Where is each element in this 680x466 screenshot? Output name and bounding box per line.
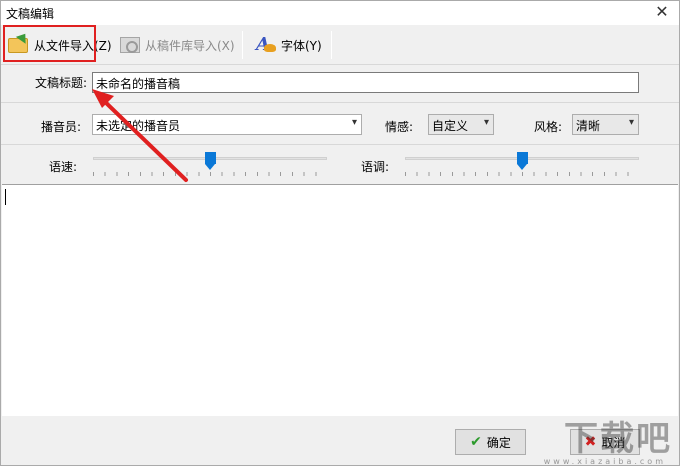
watermark-url: www.xiazaiba.com: [543, 457, 666, 466]
title-input[interactable]: 未命名的播音稿: [92, 72, 639, 93]
emotion-label: 情感:: [384, 120, 413, 134]
pitch-slider[interactable]: [405, 152, 639, 177]
chevron-down-icon: ▾: [628, 117, 634, 128]
toolbar-separator: [331, 31, 332, 59]
divider: [1, 144, 679, 145]
library-icon: [118, 34, 142, 56]
divider: [1, 102, 679, 103]
emotion-select[interactable]: 自定义 ▾: [428, 114, 494, 135]
font-label: 字体(Y): [281, 38, 322, 53]
chevron-down-icon: ▾: [351, 117, 357, 128]
announcer-value: 未选定的播音员: [96, 119, 181, 133]
title-label: 文稿标题:: [34, 76, 87, 90]
pitch-label: 语调:: [360, 160, 389, 174]
font-icon: A: [254, 34, 278, 56]
pitch-slider-thumb[interactable]: [516, 152, 528, 170]
title-bar: 文稿编辑 ✕: [1, 1, 679, 25]
style-select[interactable]: 清晰 ▾: [572, 114, 639, 135]
slider-ticks: [405, 172, 639, 176]
speed-label: 语速:: [48, 160, 77, 174]
style-label: 风格:: [533, 120, 562, 134]
announcer-select[interactable]: 未选定的播音员 ▾: [92, 114, 362, 135]
font-button[interactable]: A 字体(Y): [254, 32, 322, 58]
import-from-library-label: 从稿件库导入(X): [145, 38, 235, 53]
announcer-label: 播音员:: [40, 120, 81, 134]
close-icon[interactable]: ✕: [653, 2, 671, 22]
chevron-down-icon: ▾: [483, 117, 489, 128]
style-value: 清晰: [576, 119, 601, 133]
ok-button[interactable]: ✔ 确定: [455, 429, 526, 455]
ok-label: 确定: [486, 435, 511, 450]
script-text-area[interactable]: [2, 184, 678, 416]
check-icon: ✔: [470, 434, 482, 450]
speed-slider-thumb[interactable]: [204, 152, 216, 170]
watermark: 下载吧: [564, 419, 672, 459]
toolbar-separator: [242, 31, 243, 59]
import-from-library-button[interactable]: 从稿件库导入(X): [118, 32, 235, 58]
highlight-box: [3, 25, 96, 62]
window-title: 文稿编辑: [6, 7, 55, 21]
text-caret: [5, 189, 6, 205]
document-edit-window: 文稿编辑 ✕ 从文件导入(Z) 从稿件库导入(X) A 字体(Y) 文稿标题: …: [0, 0, 680, 466]
speed-slider[interactable]: [93, 152, 327, 177]
toolbar: 从文件导入(Z) 从稿件库导入(X) A 字体(Y): [1, 25, 679, 65]
emotion-value: 自定义: [432, 119, 469, 133]
slider-ticks: [93, 172, 327, 176]
